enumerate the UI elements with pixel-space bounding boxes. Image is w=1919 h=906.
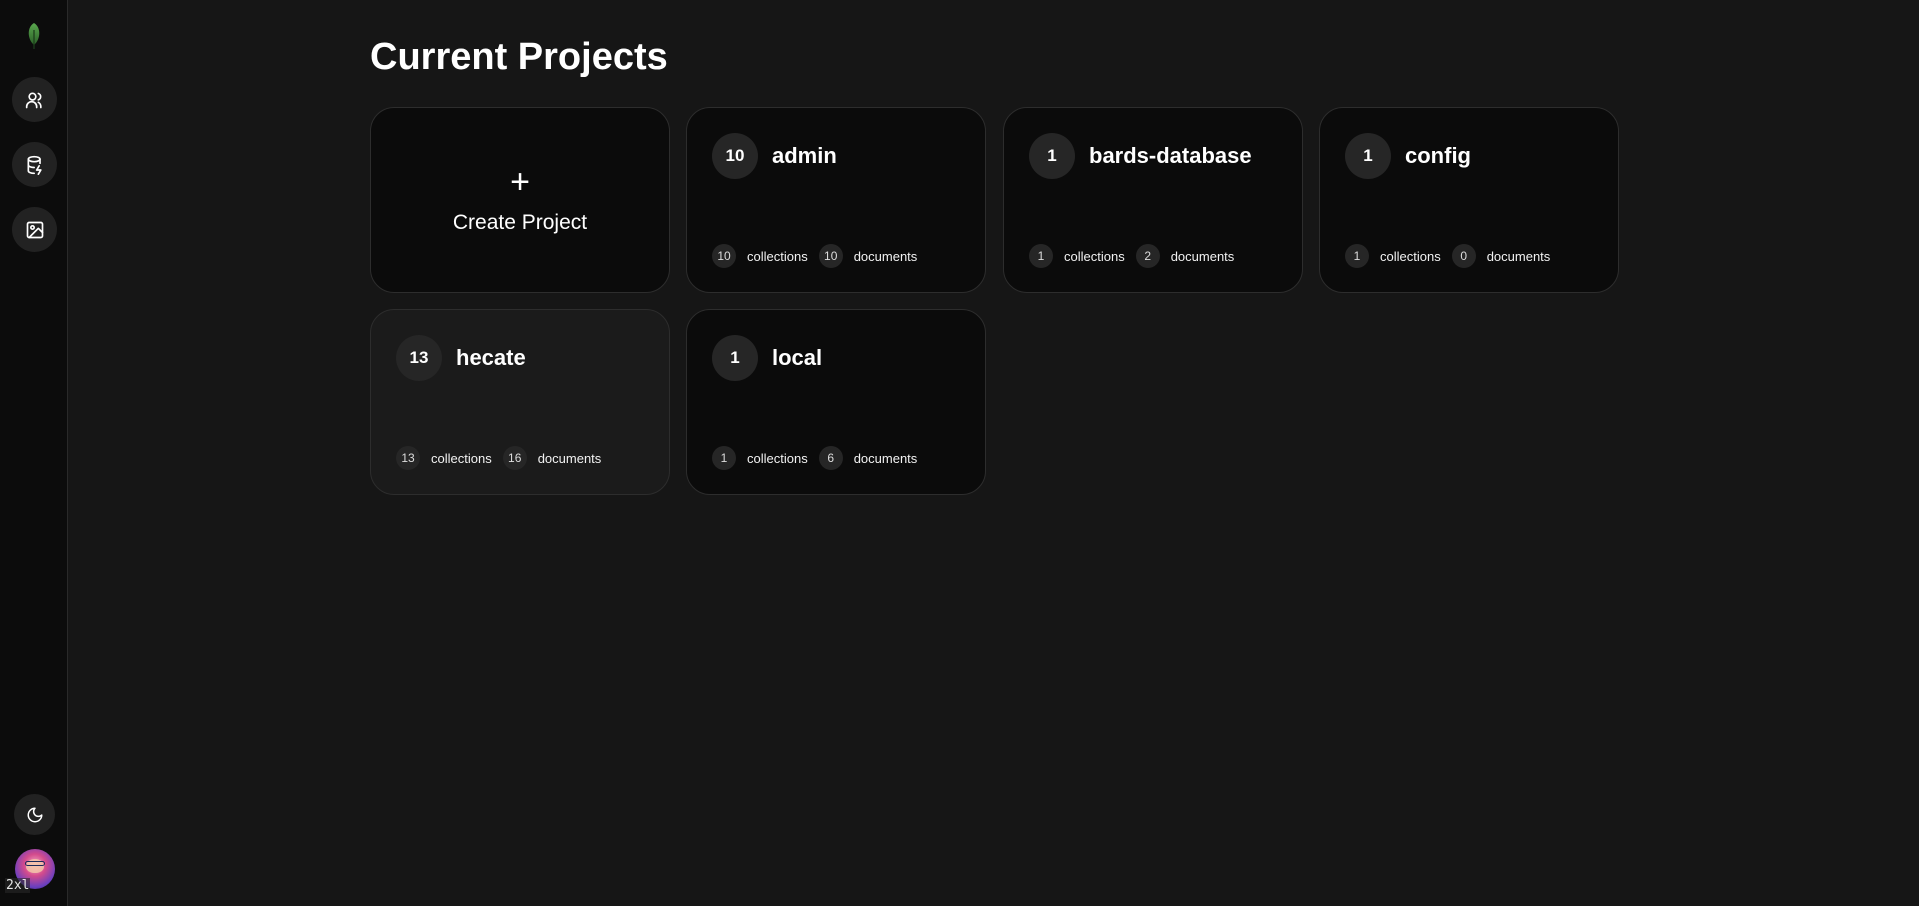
theme-toggle-button[interactable]	[14, 794, 55, 835]
project-count-badge: 10	[712, 133, 758, 179]
collections-label: collections	[1064, 248, 1125, 264]
project-stats: 13 collections 16 documents	[396, 446, 612, 470]
documents-count-badge: 10	[818, 244, 843, 268]
image-icon	[26, 221, 43, 238]
documents-count-badge: 6	[818, 446, 843, 470]
collections-label: collections	[1380, 248, 1441, 264]
project-name: hecate	[456, 345, 526, 370]
documents-label: documents	[1170, 248, 1235, 264]
project-card-admin[interactable]: 10 admin 10 collections 10 documents	[686, 107, 986, 293]
project-count-badge: 1	[1345, 133, 1391, 179]
sidebar: 2xl	[0, 0, 68, 906]
project-count-badge: 1	[712, 335, 758, 381]
project-count-badge: 1	[1029, 133, 1075, 179]
breakpoint-indicator: 2xl	[5, 878, 31, 893]
project-name: local	[772, 345, 823, 370]
documents-count-badge: 0	[1451, 244, 1476, 268]
collections-count-badge: 13	[396, 446, 420, 470]
project-card-bards-database[interactable]: 1 bards-database 1 collections 2 documen…	[1003, 107, 1303, 293]
collections-label: collections	[747, 248, 808, 264]
images-nav-button[interactable]	[12, 207, 57, 252]
collections-count-badge: 1	[1029, 244, 1053, 268]
project-card-local[interactable]: 1 local 1 collections 6 documents	[686, 309, 986, 495]
leaf-logo-icon[interactable]	[25, 22, 43, 50]
database-nav-button[interactable]	[12, 142, 57, 187]
project-name: config	[1405, 143, 1471, 168]
collections-count-badge: 10	[712, 244, 736, 268]
create-project-card[interactable]: + Create Project	[370, 107, 670, 293]
project-name: bards-database	[1089, 143, 1252, 168]
project-stats: 1 collections 0 documents	[1345, 244, 1561, 268]
documents-label: documents	[537, 450, 602, 466]
project-card-config[interactable]: 1 config 1 collections 0 documents	[1319, 107, 1619, 293]
collections-label: collections	[431, 450, 492, 466]
documents-count-badge: 16	[502, 446, 527, 470]
plus-icon: +	[510, 163, 530, 201]
users-nav-button[interactable]	[12, 77, 57, 122]
project-stats: 1 collections 6 documents	[712, 446, 928, 470]
collections-label: collections	[747, 450, 808, 466]
project-count-badge: 13	[396, 335, 442, 381]
documents-label: documents	[853, 248, 918, 264]
collections-count-badge: 1	[1345, 244, 1369, 268]
moon-icon	[27, 807, 42, 822]
users-icon	[25, 92, 42, 108]
avatar-glasses	[25, 861, 45, 866]
database-icon	[27, 155, 42, 175]
page-title: Current Projects	[370, 36, 668, 78]
documents-label: documents	[1486, 248, 1551, 264]
collections-count-badge: 1	[712, 446, 736, 470]
project-stats: 1 collections 2 documents	[1029, 244, 1245, 268]
project-card-hecate[interactable]: 13 hecate 13 collections 16 documents	[370, 309, 670, 495]
project-stats: 10 collections 10 documents	[712, 244, 928, 268]
project-name: admin	[772, 143, 837, 168]
create-project-label: Create Project	[452, 211, 588, 234]
documents-label: documents	[853, 450, 918, 466]
documents-count-badge: 2	[1135, 244, 1160, 268]
